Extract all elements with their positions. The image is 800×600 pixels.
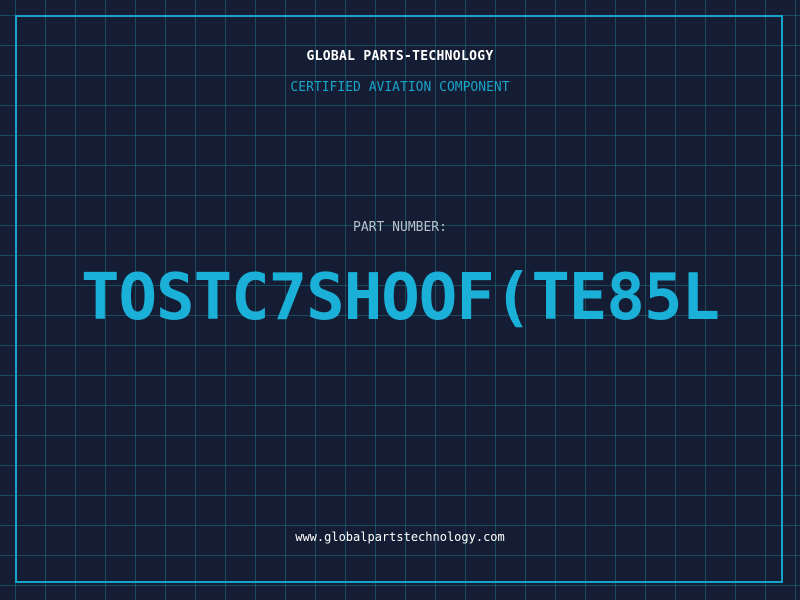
- label-canvas: GLOBAL PARTS-TECHNOLOGY CERTIFIED AVIATI…: [0, 0, 800, 600]
- certification-subtitle: CERTIFIED AVIATION COMPONENT: [290, 80, 510, 95]
- part-number-label: PART NUMBER:: [353, 220, 447, 235]
- company-name: GLOBAL PARTS-TECHNOLOGY: [306, 49, 494, 64]
- part-number-value: TOSTC7SHOOF(TE85L: [80, 261, 720, 335]
- website-url: www.globalpartstechnology.com: [295, 530, 505, 544]
